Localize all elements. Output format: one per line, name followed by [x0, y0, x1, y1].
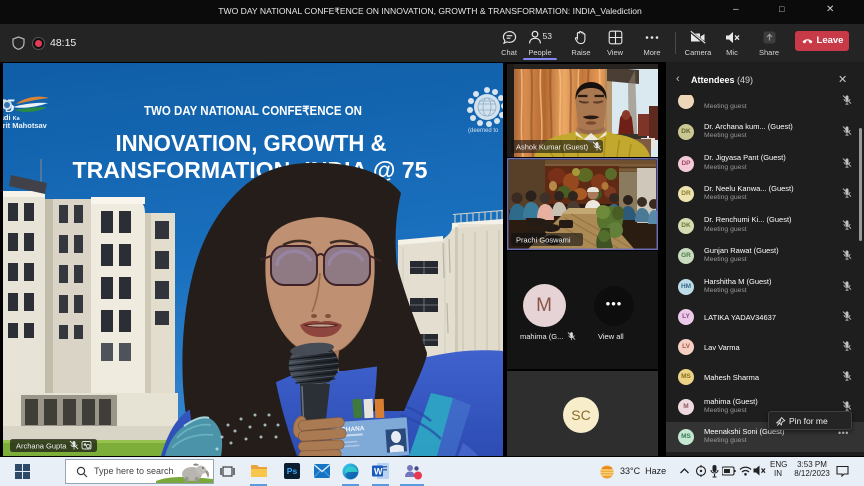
svg-text:53: 53 — [543, 31, 553, 41]
svg-text:Archana Gupta: Archana Gupta — [16, 442, 67, 451]
svg-text:TWO DAY NATIONAL CONFE₹ENCE ON: TWO DAY NATIONAL CONFE₹ENCE ON — [144, 104, 362, 118]
svg-text:(deemed to: (deemed to — [468, 128, 499, 134]
svg-text:Ashok Kumar (Guest): Ashok Kumar (Guest) — [516, 142, 589, 151]
svg-text:W: W — [374, 467, 383, 477]
svg-text:Prachi Goswami: Prachi Goswami — [516, 236, 571, 245]
svg-text:mrit Mahotsav: mrit Mahotsav — [3, 121, 48, 130]
svg-text:INNOVATION, GROWTH &: INNOVATION, GROWTH & — [116, 130, 387, 156]
